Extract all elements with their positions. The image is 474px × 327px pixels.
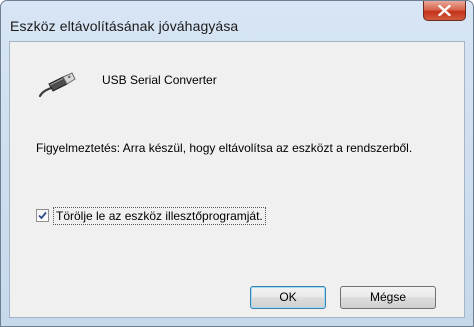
window-title: Eszköz eltávolításának jóváhagyása [10,18,239,34]
device-name: USB Serial Converter [102,73,217,87]
usb-plug-icon [38,72,76,98]
ok-button[interactable]: OK [250,286,326,309]
close-icon [438,5,451,16]
cancel-button[interactable]: Mégse [340,286,436,309]
checkmark-icon [38,211,47,220]
close-button[interactable] [423,1,466,21]
warning-text: Figyelmeztetés: Arra készül, hogy eltávo… [36,141,413,155]
dialog-window: Eszköz eltávolításának jóváhagyása USB S… [0,0,474,327]
title-bar[interactable]: Eszköz eltávolításának jóváhagyása [1,1,473,41]
delete-driver-label[interactable]: Törölje le az eszköz illesztőprogramját. [53,207,266,225]
delete-driver-checkbox[interactable] [36,209,49,222]
dialog-content: USB Serial Converter Figyelmeztetés: Arr… [9,41,465,318]
